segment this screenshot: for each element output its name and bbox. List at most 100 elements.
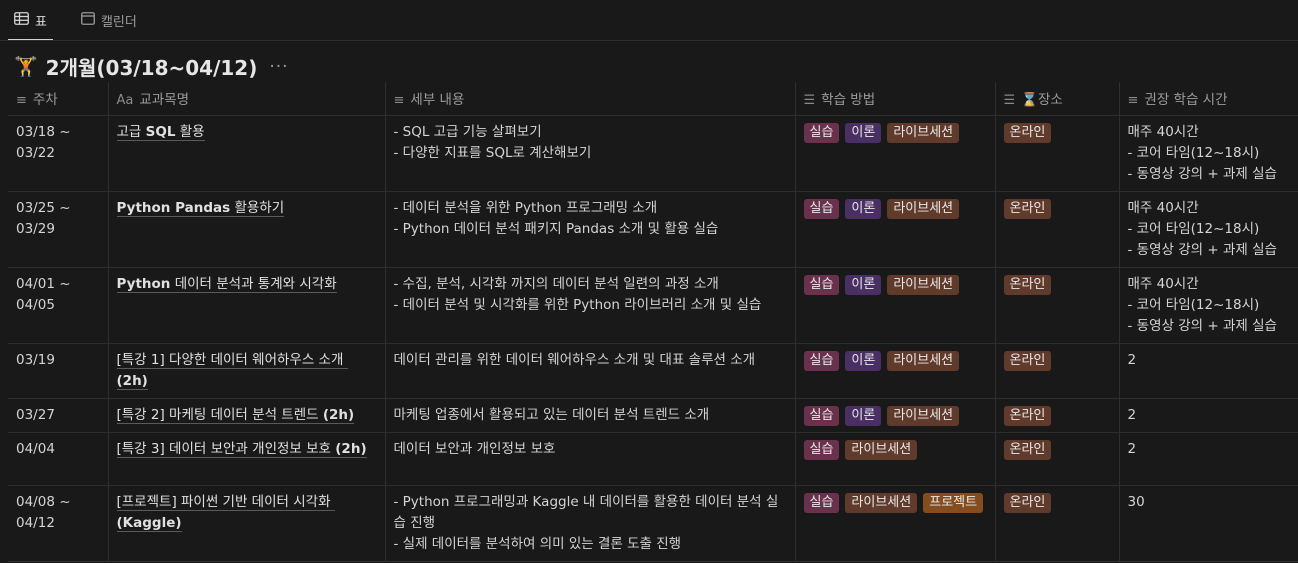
cell-course-title[interactable]: [특강 1] 다양한 데이터 웨어하우스 소개 (2h) — [107, 343, 385, 399]
cell-course-title[interactable]: [특강 2] 마케팅 데이터 분석 트렌드 (2h) — [107, 398, 385, 433]
cell-details[interactable]: 데이터 관리를 위한 데이터 웨어하우스 소개 및 대표 솔루션 소개 — [384, 343, 795, 399]
cell-details[interactable]: 데이터 보안과 개인정보 보호 — [384, 432, 795, 486]
cell-week[interactable]: 03/27 — [8, 398, 108, 433]
detail-line: - SQL 고급 기능 살펴보기 — [393, 123, 542, 140]
cell-place[interactable]: 온라인 — [994, 115, 1119, 192]
detail-line: - 데이터 분석 및 시각화를 위한 Python 라이브러리 소개 및 실습 — [393, 296, 762, 313]
cell-place[interactable]: 온라인 — [994, 343, 1119, 399]
course-title-link[interactable]: [특강 2] 마케팅 데이터 분석 트렌드 (2h) — [116, 406, 355, 424]
cell-study-time[interactable]: 매주 40시간 - 코어 타임(12~18시) - 동영상 강의 + 과제 실습 — [1118, 191, 1298, 268]
study-time-line: - 동영상 강의 + 과제 실습 — [1127, 317, 1277, 334]
method-tag: 이론 — [845, 350, 882, 371]
view-tabs: 표 캘린더 — [8, 0, 143, 41]
cell-week[interactable]: 04/01 ~ 04/05 — [8, 267, 108, 344]
schedule-table: ≡ 주차 Aa 교과목명 ≡ 세부 내용 ☰ 학습 방법 ☰ ⌛장소 ≡ 권장 학습 시간 … — [8, 82, 1298, 562]
detail-line: 마케팅 업종에서 활용되고 있는 데이터 분석 트렌드 소개 — [393, 406, 710, 423]
study-time-line: - 동영상 강의 + 과제 실습 — [1127, 241, 1277, 258]
course-title-link[interactable]: [특강 1] 다양한 데이터 웨어하우스 소개 (2h) — [116, 351, 348, 390]
group-header: 🏋 2개월(03/18~04/12) ··· — [14, 52, 289, 81]
cell-course-title[interactable]: 고급 SQL 활용 — [107, 115, 385, 192]
cell-course-title[interactable]: Python Pandas 활용하기 — [107, 191, 385, 268]
cell-place[interactable]: 온라인 — [994, 191, 1119, 268]
study-time-line: - 코어 타임(12~18시) — [1127, 296, 1260, 313]
cell-week[interactable]: 03/25 ~ 03/29 — [8, 191, 108, 268]
column-header-details[interactable]: ≡ 세부 내용 — [384, 82, 795, 116]
cell-methods[interactable]: 실습 라이브세션 — [794, 432, 995, 486]
group-title[interactable]: 2개월(03/18~04/12) — [46, 52, 258, 81]
detail-line: - 수집, 분석, 시각화 까지의 데이터 분석 일련의 과정 소개 — [393, 275, 719, 292]
cell-study-time[interactable]: 2 — [1118, 432, 1298, 486]
cell-place[interactable]: 온라인 — [994, 267, 1119, 344]
cell-place[interactable]: 온라인 — [994, 485, 1119, 562]
cell-study-time[interactable]: 2 — [1118, 343, 1298, 399]
table-row[interactable]: 03/27 [특강 2] 마케팅 데이터 분석 트렌드 (2h) 마케팅 업종에서 … — [8, 398, 1298, 433]
week-text: 04/05 — [16, 296, 55, 313]
place-tag: 온라인 — [1003, 439, 1052, 460]
cell-week[interactable]: 04/08 ~ 04/12 — [8, 485, 108, 562]
column-header-course[interactable]: Aa 교과목명 — [107, 82, 385, 116]
cell-week[interactable]: 04/04 — [8, 432, 108, 486]
more-options-icon[interactable]: ··· — [269, 57, 288, 77]
table-row[interactable]: 04/01 ~ 04/05 Python 데이터 분석과 통계와 시각화 - 수집, … — [8, 267, 1298, 344]
course-title-link[interactable]: 고급 SQL 활용 — [116, 123, 205, 141]
tab-calendar[interactable]: 캘린더 — [75, 0, 143, 41]
cell-study-time[interactable]: 매주 40시간 - 코어 타임(12~18시) - 동영상 강의 + 과제 실습 — [1118, 115, 1298, 192]
trophy-icon: 🏋 — [14, 56, 38, 78]
cell-methods[interactable]: 실습 이론 라이브세션 — [794, 191, 995, 268]
method-tag: 이론 — [845, 198, 882, 219]
cell-details[interactable]: - 수집, 분석, 시각화 까지의 데이터 분석 일련의 과정 소개 - 데이터 … — [384, 267, 795, 344]
cell-course-title[interactable]: [특강 3] 데이터 보안과 개인정보 보호 (2h) — [107, 432, 385, 486]
table-row[interactable]: 03/25 ~ 03/29 Python Pandas 활용하기 - 데이터 분석을 … — [8, 191, 1298, 268]
place-tag: 온라인 — [1003, 198, 1052, 219]
table-row[interactable]: 03/18 ~ 03/22 고급 SQL 활용 - SQL 고급 기능 살펴보기 - 다… — [8, 115, 1298, 192]
method-tags: 실습 라이브세션 — [803, 439, 987, 460]
course-title-link[interactable]: [특강 3] 데이터 보안과 개인정보 보호 (2h) — [116, 440, 367, 458]
table-row[interactable]: 04/04 [특강 3] 데이터 보안과 개인정보 보호 (2h) 데이터 보안과 … — [8, 432, 1298, 486]
table-row[interactable]: 03/19 [특강 1] 다양한 데이터 웨어하우스 소개 (2h) 데이터 관리를… — [8, 343, 1298, 399]
method-tag: 실습 — [803, 198, 840, 219]
column-header-method[interactable]: ☰ 학습 방법 — [794, 82, 995, 116]
study-time-line: 2 — [1127, 406, 1137, 423]
method-tag: 실습 — [803, 274, 840, 295]
method-tags: 실습 이론 라이브세션 — [803, 405, 987, 426]
place-tag: 온라인 — [1003, 492, 1052, 513]
cell-methods[interactable]: 실습 이론 라이브세션 — [794, 267, 995, 344]
column-header-time[interactable]: ≡ 권장 학습 시간 — [1118, 82, 1298, 116]
cell-course-title[interactable]: [프로젝트] 파이썬 기반 데이터 시각화 (Kaggle) — [107, 485, 385, 562]
cell-place[interactable]: 온라인 — [994, 432, 1119, 486]
column-header-week[interactable]: ≡ 주차 — [8, 82, 108, 116]
course-title-link[interactable]: Python Pandas 활용하기 — [116, 199, 285, 217]
cell-study-time[interactable]: 30 — [1118, 485, 1298, 562]
cell-methods[interactable]: 실습 이론 라이브세션 — [794, 115, 995, 192]
place-tag: 온라인 — [1003, 350, 1052, 371]
place-tag: 온라인 — [1003, 122, 1052, 143]
place-tag: 온라인 — [1003, 274, 1052, 295]
method-tag: 실습 — [803, 439, 840, 460]
cell-details[interactable]: - 데이터 분석을 위한 Python 프로그래밍 소개 - Python 데이터… — [384, 191, 795, 268]
cell-week[interactable]: 03/19 — [8, 343, 108, 399]
tab-table[interactable]: 표 — [8, 0, 53, 41]
course-title-part: 활용 — [175, 123, 205, 140]
cell-details[interactable]: 마케팅 업종에서 활용되고 있는 데이터 분석 트렌드 소개 — [384, 398, 795, 433]
week-text: 03/22 — [16, 144, 55, 161]
method-tag: 프로젝트 — [923, 492, 984, 513]
course-title-link[interactable]: [프로젝트] 파이썬 기반 데이터 시각화 (Kaggle) — [116, 493, 335, 532]
cell-methods[interactable]: 실습 이론 라이브세션 — [794, 398, 995, 433]
method-tags: 실습 이론 라이브세션 — [803, 350, 987, 371]
cell-methods[interactable]: 실습 라이브세션 프로젝트 — [794, 485, 995, 562]
cell-week[interactable]: 03/18 ~ 03/22 — [8, 115, 108, 192]
course-title-link[interactable]: Python 데이터 분석과 통계와 시각화 — [116, 275, 337, 293]
cell-study-time[interactable]: 2 — [1118, 398, 1298, 433]
cell-details[interactable]: - SQL 고급 기능 살펴보기 - 다양한 지표를 SQL로 계산해보기 — [384, 115, 795, 192]
cell-course-title[interactable]: Python 데이터 분석과 통계와 시각화 — [107, 267, 385, 344]
cell-study-time[interactable]: 매주 40시간 - 코어 타임(12~18시) - 동영상 강의 + 과제 실습 — [1118, 267, 1298, 344]
text-lines-icon: ≡ — [16, 93, 27, 109]
method-tag: 라이브세션 — [887, 122, 960, 143]
column-header-place[interactable]: ☰ ⌛장소 — [994, 82, 1119, 116]
cell-place[interactable]: 온라인 — [994, 398, 1119, 433]
table-icon — [14, 12, 29, 29]
method-tags: 실습 이론 라이브세션 — [803, 198, 987, 219]
cell-methods[interactable]: 실습 이론 라이브세션 — [794, 343, 995, 399]
cell-details[interactable]: - Python 프로그래밍과 Kaggle 내 데이터를 활용한 데이터 분석… — [384, 485, 795, 562]
table-row[interactable]: 04/08 ~ 04/12 [프로젝트] 파이썬 기반 데이터 시각화 (Kaggl… — [8, 485, 1298, 562]
